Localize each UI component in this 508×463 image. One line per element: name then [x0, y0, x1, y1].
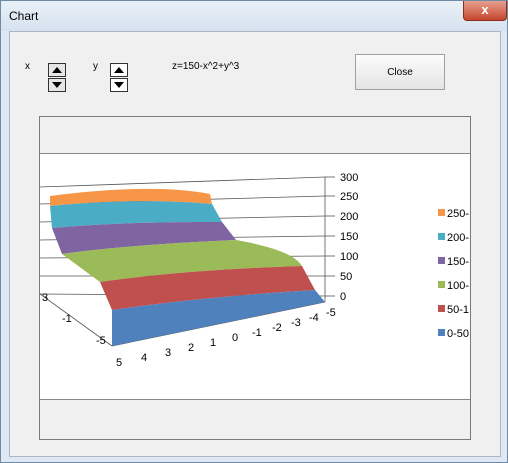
- z-tick: 250: [340, 191, 358, 203]
- window-close-button[interactable]: x: [463, 1, 507, 21]
- legend-label: 0-50: [447, 328, 469, 340]
- y-up-button[interactable]: [110, 63, 128, 77]
- legend-swatch: [438, 329, 445, 336]
- z-tick: 150: [340, 231, 358, 243]
- chart-plot-area: 300 250 200 150 100 50 0 3 -1 -5 5 4 3 2…: [39, 153, 470, 400]
- x-tick: -2: [272, 322, 282, 334]
- chart-frame: 300 250 200 150 100 50 0 3 -1 -5 5 4 3 2…: [39, 116, 471, 440]
- x-tick: 3: [165, 347, 171, 359]
- z-tick: 200: [340, 211, 358, 223]
- x-tick: 4: [141, 352, 147, 364]
- close-button[interactable]: Close: [355, 54, 445, 90]
- y-axis-labels: 3 -1 -5: [42, 292, 106, 347]
- z-tick: 50: [340, 271, 352, 283]
- arrow-down-icon: [114, 82, 124, 88]
- y-down-button[interactable]: [110, 78, 128, 92]
- x-tick: 5: [116, 357, 122, 369]
- arrow-up-icon: [114, 67, 124, 73]
- legend-label: 250-: [447, 208, 469, 220]
- title-bar[interactable]: Chart x: [1, 1, 507, 31]
- arrow-down-icon: [52, 82, 62, 88]
- x-tick: -1: [252, 327, 262, 339]
- x-down-button[interactable]: [48, 78, 66, 92]
- x-tick: 2: [188, 342, 194, 354]
- legend-label: 50-1: [447, 304, 469, 316]
- z-tick: 0: [340, 291, 346, 303]
- formula-label: z=150-x^2+y^3: [172, 61, 240, 72]
- legend-swatch: [438, 305, 445, 312]
- legend-swatch: [438, 209, 445, 216]
- arrow-up-icon: [52, 67, 62, 73]
- z-tick: 100: [340, 251, 358, 263]
- legend-swatch: [438, 281, 445, 288]
- legend-swatch: [438, 257, 445, 264]
- chart-window: Chart x x y z=150-x^2+y^3 Close 300 250 …: [0, 0, 508, 463]
- chart-legend: 250- 200- 150- 100- 50-1 0-50: [438, 208, 469, 340]
- surface-chart: 300 250 200 150 100 50 0 3 -1 -5 5 4 3 2…: [39, 172, 469, 369]
- legend-label: 100-: [447, 280, 469, 292]
- x-tick: -4: [309, 312, 319, 324]
- surface-bands: [50, 188, 325, 346]
- x-tick: 0: [232, 332, 238, 344]
- legend-swatch: [438, 233, 445, 240]
- window-title: Chart: [9, 9, 39, 23]
- legend-label: 200-: [447, 232, 469, 244]
- y-tick: -5: [96, 335, 106, 347]
- y-tick: 3: [42, 292, 48, 304]
- y-tick: -1: [62, 313, 72, 325]
- x-up-button[interactable]: [48, 63, 66, 77]
- z-axis-labels: 300 250 200 150 100 50 0: [340, 172, 358, 303]
- x-tick: -3: [291, 317, 301, 329]
- z-tick: 300: [340, 172, 358, 184]
- x-tick: 1: [210, 337, 216, 349]
- y-label: y: [93, 61, 98, 72]
- dialog-client-area: x y z=150-x^2+y^3 Close 300 250 200 150 …: [9, 31, 501, 457]
- x-tick: -5: [326, 307, 336, 319]
- legend-label: 150-: [447, 256, 469, 268]
- x-label: x: [25, 61, 30, 72]
